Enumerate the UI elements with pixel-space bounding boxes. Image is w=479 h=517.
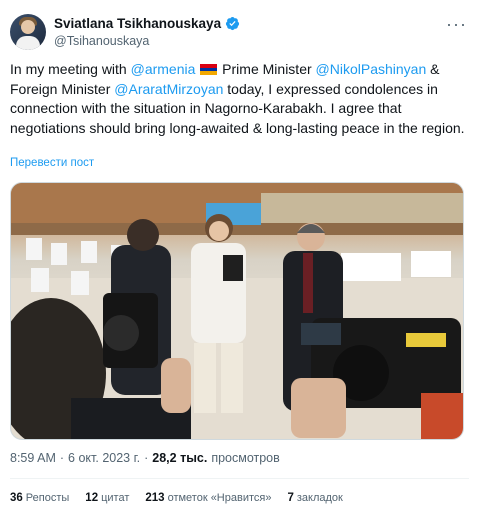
tweet-text-part: Prime Minister (218, 61, 316, 77)
mention-link[interactable]: @armenia (131, 61, 196, 77)
tweet-text: In my meeting with @armenia Prime Minist… (10, 60, 468, 138)
tweet-text-part: In my meeting with (10, 61, 131, 77)
verified-badge-icon (226, 16, 240, 31)
meta-separator: · (144, 451, 149, 465)
avatar-head (21, 20, 35, 34)
reposts-label: Репосты (25, 492, 70, 504)
reposts-stat[interactable]: 36 Репосты (10, 492, 69, 504)
tweet-date[interactable]: 6 окт. 2023 г. (68, 451, 140, 465)
armenia-flag-icon (200, 64, 218, 75)
tweet-meta: 8:59 AM · 6 окт. 2023 г. · 28,2 тыс. про… (10, 451, 280, 465)
quotes-count: 12 (85, 492, 99, 504)
likes-count: 213 (145, 492, 165, 504)
engagement-stats: 36 Репосты 12 цитат 213 отметок «Нравится» … (10, 492, 343, 504)
author-name-row: Sviatlana Tsikhanouskaya (54, 16, 240, 31)
avatar-body (16, 36, 40, 50)
bookmarks-count: 7 (287, 492, 294, 504)
tweet-time[interactable]: 8:59 AM (10, 451, 56, 465)
mention-link[interactable]: @AraratMirzoyan (114, 81, 223, 97)
author-handle[interactable]: @Tsihanouskaya (54, 34, 149, 48)
views-count: 28,2 тыс. (152, 451, 208, 465)
tweet-header: Sviatlana Tsikhanouskaya @Tsihanouskaya … (10, 12, 469, 52)
mention-link[interactable]: @NikolPashinyan (316, 61, 427, 77)
divider-top (10, 478, 469, 479)
views-label: просмотров (211, 451, 280, 465)
bookmarks-label: закладок (296, 492, 343, 504)
meta-separator: · (59, 451, 65, 465)
quotes-stat[interactable]: 12 цитат (85, 492, 129, 504)
tweet-photo[interactable] (10, 182, 464, 440)
bookmarks-stat[interactable]: 7 закладок (287, 492, 342, 504)
likes-label: отметок «Нравится» (167, 492, 272, 504)
author-name[interactable]: Sviatlana Tsikhanouskaya (54, 16, 221, 31)
translate-link[interactable]: Перевести пост (10, 157, 94, 169)
likes-stat[interactable]: 213 отметок «Нравится» (145, 492, 271, 504)
photo-scene (11, 183, 463, 439)
reposts-count: 36 (10, 492, 23, 504)
avatar[interactable] (10, 14, 46, 50)
more-options-icon[interactable]: ··· (446, 14, 467, 35)
quotes-label: цитат (101, 492, 130, 504)
photo-balcony (261, 193, 463, 223)
